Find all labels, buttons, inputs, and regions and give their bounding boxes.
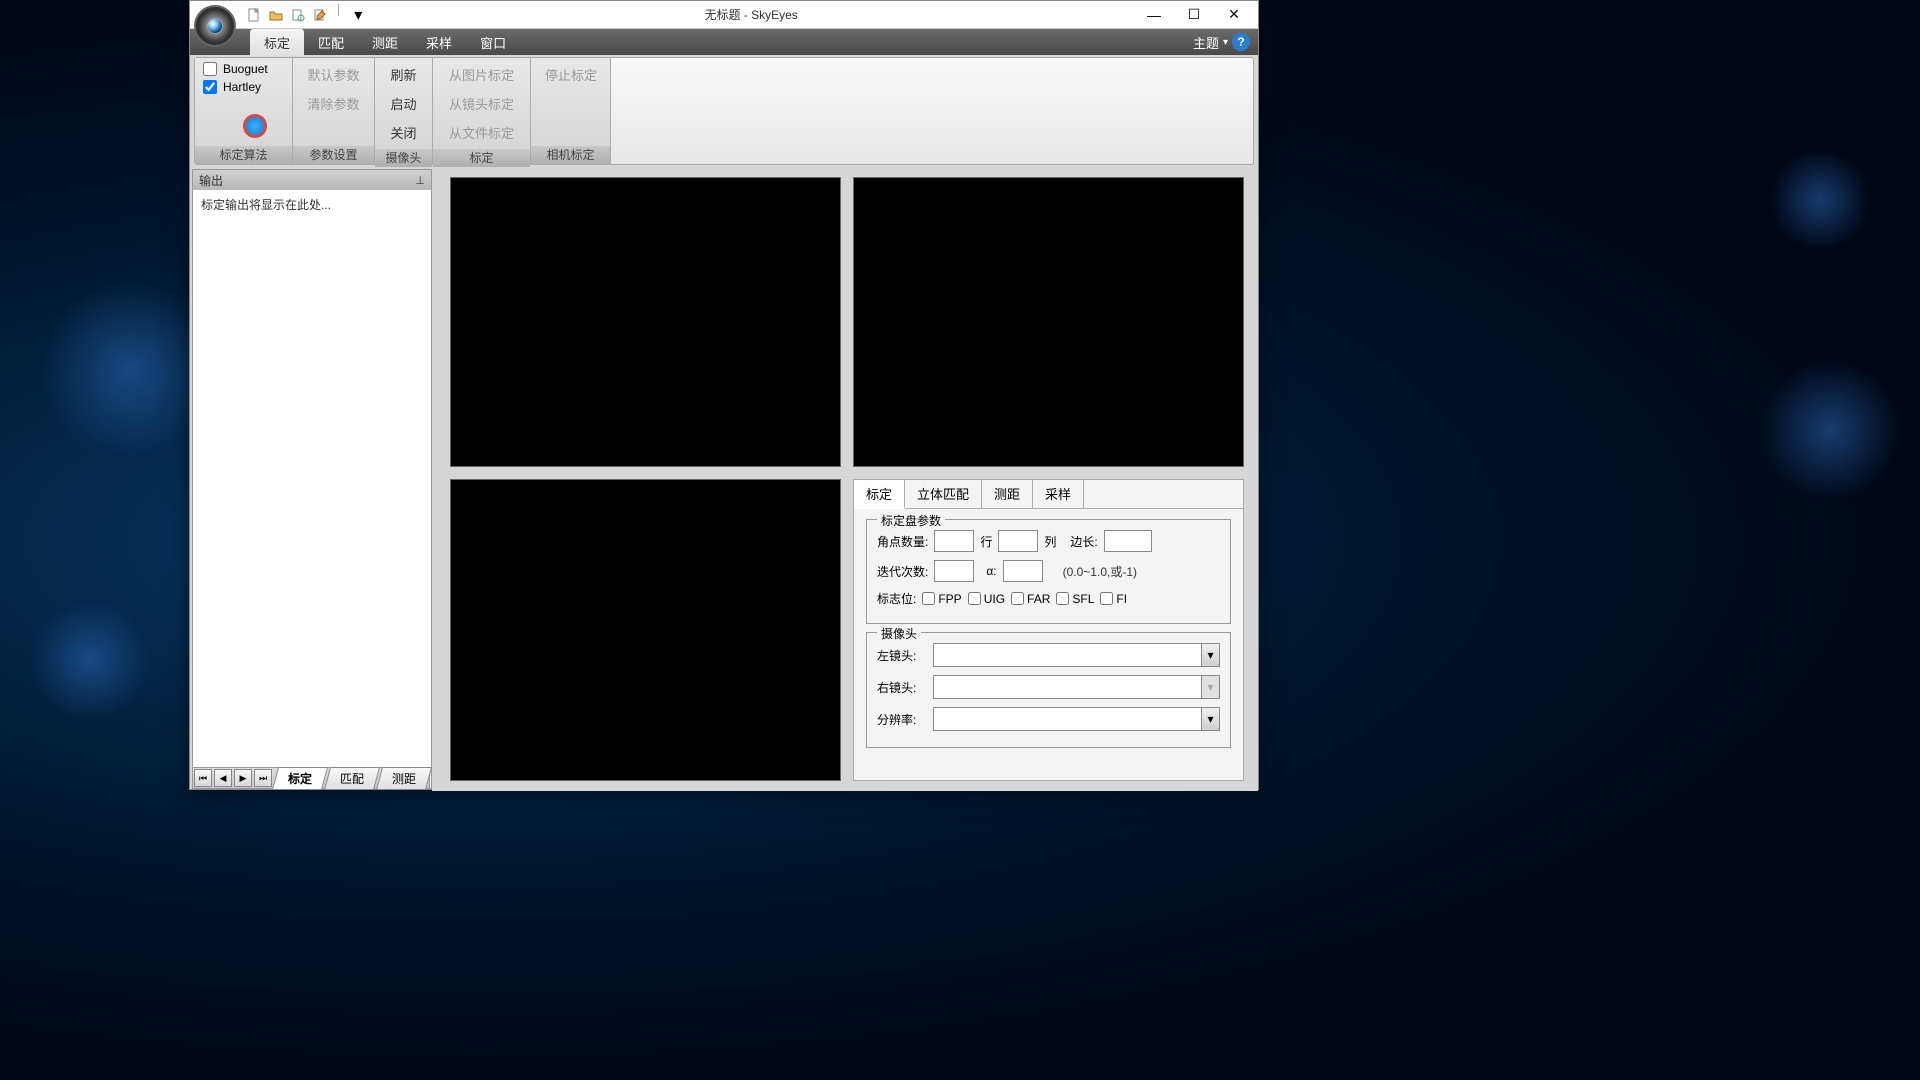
clear-params-button[interactable]: 清除参数 bbox=[301, 91, 366, 116]
bottom-tab-match[interactable]: 匹配 bbox=[324, 767, 380, 790]
stop-calib-button[interactable]: 停止标定 bbox=[539, 62, 602, 87]
label-right-lens: 右镜头: bbox=[877, 679, 927, 696]
video-pane-bottom-left bbox=[450, 479, 841, 781]
label-corner-count: 角点数量: bbox=[877, 533, 928, 550]
chevron-down-icon: ▾ bbox=[1201, 676, 1219, 698]
param-tab-calibrate[interactable]: 标定 bbox=[854, 480, 905, 509]
input-corner-cols[interactable] bbox=[998, 530, 1038, 552]
label-resolution: 分辨率: bbox=[877, 711, 927, 728]
default-params-button[interactable]: 默认参数 bbox=[301, 62, 366, 87]
alpha-hint: (0.0~1.0,或-1) bbox=[1063, 563, 1137, 580]
tab-nav-first[interactable]: ⏮ bbox=[194, 769, 212, 787]
new-file-icon[interactable] bbox=[244, 5, 264, 25]
print-preview-icon[interactable] bbox=[288, 5, 308, 25]
combo-left-lens[interactable]: ▾ bbox=[933, 643, 1220, 667]
fieldset-board: 标定盘参数 角点数量: 行 列 边长: 迭代次数: bbox=[866, 519, 1231, 624]
group-calib-label: 标定 bbox=[433, 149, 530, 167]
param-tab-range[interactable]: 测距 bbox=[982, 480, 1033, 508]
menu-sample[interactable]: 采样 bbox=[412, 29, 466, 56]
chevron-down-icon: ▾ bbox=[1201, 644, 1219, 666]
label-alpha: α: bbox=[986, 564, 996, 578]
param-tab-sample[interactable]: 采样 bbox=[1033, 480, 1084, 508]
bottom-tabstrip: ⏮ ◀ ▶ ⏭ 标定 匹配 测距 bbox=[192, 767, 430, 789]
label-col: 列 bbox=[1044, 533, 1056, 550]
calib-from-image-button[interactable]: 从图片标定 bbox=[441, 62, 522, 87]
input-alpha[interactable] bbox=[1003, 560, 1043, 582]
combo-resolution[interactable]: ▾ bbox=[933, 707, 1220, 731]
edit-icon[interactable] bbox=[310, 5, 330, 25]
menu-match[interactable]: 匹配 bbox=[304, 29, 358, 56]
legend-board: 标定盘参数 bbox=[877, 512, 945, 529]
app-window: │ ▾ 无标题 - SkyEyes — ☐ ✕ 标定 匹配 测距 采样 窗口 主… bbox=[189, 0, 1259, 790]
cursor-indicator-icon bbox=[243, 114, 267, 138]
video-pane-top-left bbox=[450, 177, 841, 467]
minimize-button[interactable]: — bbox=[1134, 3, 1174, 27]
close-camera-button[interactable]: 关闭 bbox=[383, 120, 424, 145]
menu-range[interactable]: 测距 bbox=[358, 29, 412, 56]
bottom-tab-range[interactable]: 测距 bbox=[376, 767, 432, 790]
input-edge-length[interactable] bbox=[1104, 530, 1152, 552]
menu-window[interactable]: 窗口 bbox=[466, 29, 520, 56]
fieldset-camera: 摄像头 左镜头: ▾ 右镜头: ▾ 分辨率: ▾ bbox=[866, 632, 1231, 748]
bottom-tab-calibrate[interactable]: 标定 bbox=[272, 767, 328, 790]
qat-separator: │ bbox=[336, 5, 342, 25]
theme-dropdown-icon[interactable]: ▾ bbox=[1223, 37, 1228, 48]
chk-sfl[interactable]: SFL bbox=[1056, 592, 1094, 606]
chk-fi[interactable]: FI bbox=[1100, 592, 1127, 606]
open-file-icon[interactable] bbox=[266, 5, 286, 25]
chk-buoguet[interactable]: Buoguet bbox=[203, 62, 284, 76]
titlebar: │ ▾ 无标题 - SkyEyes — ☐ ✕ bbox=[190, 1, 1258, 29]
maximize-button[interactable]: ☐ bbox=[1174, 3, 1214, 27]
refresh-button[interactable]: 刷新 bbox=[383, 62, 424, 87]
group-camera-label: 摄像头 bbox=[375, 149, 432, 167]
param-tab-stereo[interactable]: 立体匹配 bbox=[905, 480, 982, 508]
output-sidebar: 输出 ⊥ 标定输出将显示在此处... ⏮ ◀ ▶ ⏭ 标定 匹配 测距 bbox=[192, 169, 432, 789]
close-button[interactable]: ✕ bbox=[1214, 3, 1254, 27]
sidebar-output-text: 标定输出将显示在此处... bbox=[193, 190, 431, 788]
chk-far[interactable]: FAR bbox=[1011, 592, 1050, 606]
label-iterations: 迭代次数: bbox=[877, 563, 928, 580]
menubar: 标定 匹配 测距 采样 窗口 主题 ▾ ? bbox=[190, 29, 1258, 55]
theme-label[interactable]: 主题 bbox=[1193, 33, 1219, 52]
chk-hartley[interactable]: Hartley bbox=[203, 80, 284, 94]
label-left-lens: 左镜头: bbox=[877, 647, 927, 664]
chevron-down-icon: ▾ bbox=[1201, 708, 1219, 730]
help-icon[interactable]: ? bbox=[1232, 33, 1250, 51]
params-panel: 标定 立体匹配 测距 采样 标定盘参数 角点数量: 行 列 bbox=[853, 479, 1244, 781]
input-corner-rows[interactable] bbox=[934, 530, 974, 552]
menu-calibrate[interactable]: 标定 bbox=[250, 29, 304, 56]
start-button[interactable]: 启动 bbox=[383, 91, 424, 116]
label-row: 行 bbox=[980, 533, 992, 550]
video-pane-top-right bbox=[853, 177, 1244, 467]
tab-nav-prev[interactable]: ◀ bbox=[214, 769, 232, 787]
chk-fpp[interactable]: FPP bbox=[922, 592, 961, 606]
tab-nav-last[interactable]: ⏭ bbox=[254, 769, 272, 787]
label-edge: 边长: bbox=[1070, 533, 1097, 550]
ribbon: Buoguet Hartley 标定算法 默认参数 清除参数 参数设置 刷新 启… bbox=[194, 57, 1254, 165]
group-camcalib-label: 相机标定 bbox=[531, 146, 610, 164]
sidebar-title: 输出 bbox=[199, 172, 223, 189]
window-title: 无标题 - SkyEyes bbox=[368, 6, 1134, 23]
qat-dropdown-icon[interactable]: ▾ bbox=[348, 5, 368, 25]
calib-from-lens-button[interactable]: 从镜头标定 bbox=[441, 91, 522, 116]
chk-hartley-label: Hartley bbox=[223, 80, 261, 94]
combo-right-lens[interactable]: ▾ bbox=[933, 675, 1220, 699]
app-logo-icon bbox=[194, 5, 236, 47]
input-iterations[interactable] bbox=[934, 560, 974, 582]
group-algo-label: 标定算法 bbox=[195, 146, 292, 164]
calib-from-file-button[interactable]: 从文件标定 bbox=[441, 120, 522, 145]
legend-camera: 摄像头 bbox=[877, 625, 921, 642]
chk-uig[interactable]: UIG bbox=[968, 592, 1005, 606]
chk-buoguet-label: Buoguet bbox=[223, 62, 268, 76]
main-area: 标定 立体匹配 测距 采样 标定盘参数 角点数量: 行 列 bbox=[432, 167, 1258, 791]
label-flags: 标志位: bbox=[877, 590, 916, 607]
group-params-label: 参数设置 bbox=[293, 146, 374, 164]
tab-nav-next[interactable]: ▶ bbox=[234, 769, 252, 787]
pin-icon[interactable]: ⊥ bbox=[415, 174, 425, 187]
